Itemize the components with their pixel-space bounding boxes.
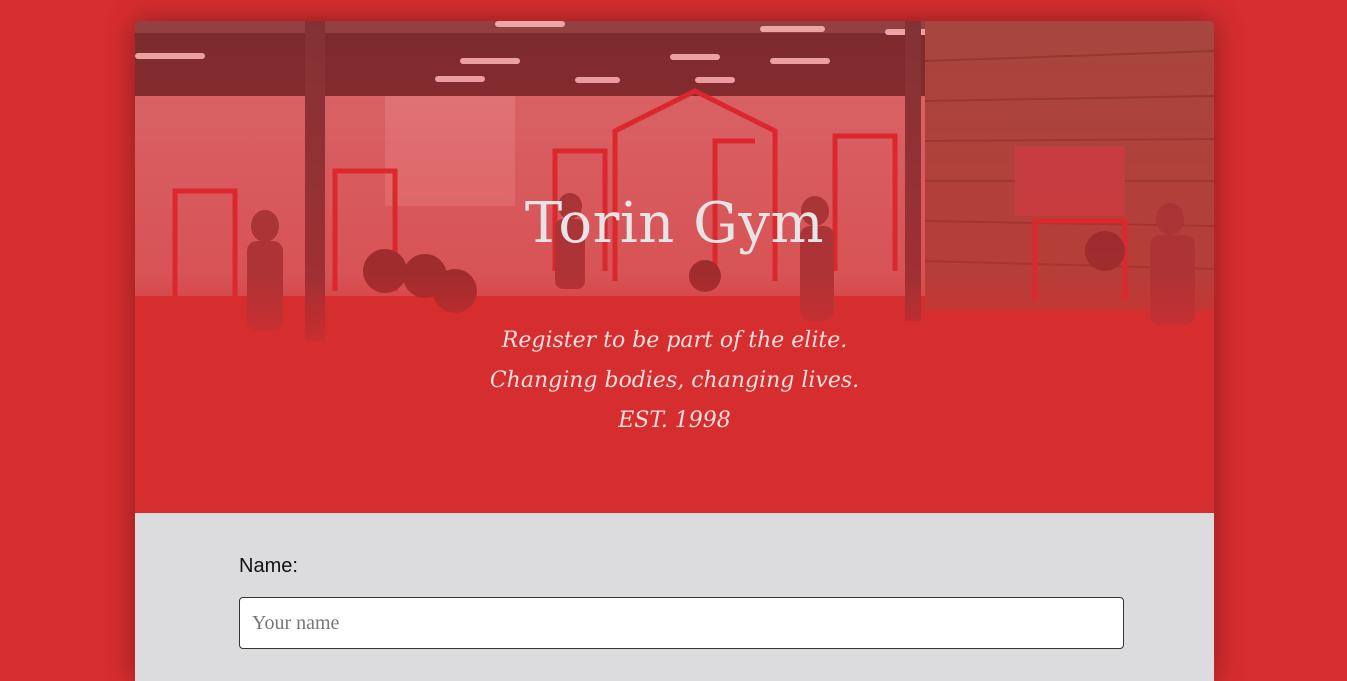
name-label: Name: <box>239 555 298 577</box>
tagline-line: Register to be part of the elite. <box>501 328 848 353</box>
hero-header: Torin Gym Register to be part of the eli… <box>135 21 1214 513</box>
registration-card: Torin Gym Register to be part of the eli… <box>135 21 1214 681</box>
name-input[interactable] <box>239 597 1124 649</box>
tagline-line: Changing bodies, changing lives. <box>489 368 860 393</box>
tagline: Register to be part of the elite. Changi… <box>135 321 1214 441</box>
page-title: Torin Gym <box>524 191 825 256</box>
tagline-line: EST. 1998 <box>618 408 731 433</box>
